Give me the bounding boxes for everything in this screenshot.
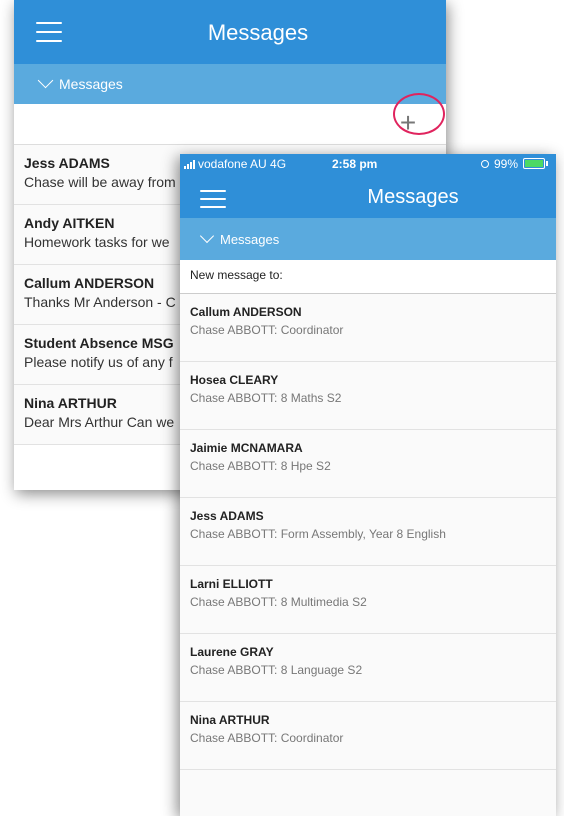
section-label: Messages (59, 76, 123, 92)
messages-section-toggle[interactable]: Messages (180, 218, 556, 260)
recipient-item[interactable]: Callum ANDERSON Chase ABBOTT: Coordinato… (180, 294, 556, 362)
recipient-detail: Chase ABBOTT: 8 Hpe S2 (190, 459, 331, 473)
recipient-list: Callum ANDERSON Chase ABBOTT: Coordinato… (180, 294, 556, 816)
battery-icon (523, 158, 545, 169)
new-message-header: vodafone AU 4G 2:58 pm 99% Messages (180, 154, 556, 218)
chevron-down-icon (199, 228, 215, 243)
list-empty-space (180, 770, 556, 816)
chevron-down-icon (37, 72, 54, 88)
recipient-name: Jaimie MCNAMARA (190, 441, 303, 455)
status-time: 2:58 pm (332, 157, 378, 171)
recipient-name: Hosea CLEARY (190, 373, 279, 387)
carrier-label: vodafone AU 4G (198, 157, 287, 171)
new-message-to-label: New message to: (180, 260, 556, 294)
recipient-detail: Chase ABBOTT: 8 Maths S2 (190, 391, 342, 405)
recipient-detail: Chase ABBOTT: Coordinator (190, 731, 344, 745)
recipient-item[interactable]: Hosea CLEARY Chase ABBOTT: 8 Maths S2 (180, 362, 556, 430)
recipient-name: Nina ARTHUR (190, 713, 270, 727)
alarm-icon (481, 160, 489, 168)
recipient-item[interactable]: Laurene GRAY Chase ABBOTT: 8 Language S2 (180, 634, 556, 702)
new-message-screen: vodafone AU 4G 2:58 pm 99% Messages Mess… (180, 154, 556, 816)
inbox-header: Messages (14, 0, 446, 64)
recipient-detail: Chase ABBOTT: 8 Language S2 (190, 663, 363, 677)
recipient-name: Callum ANDERSON (190, 305, 302, 319)
recipient-item[interactable]: Larni ELLIOTT Chase ABBOTT: 8 Multimedia… (180, 566, 556, 634)
recipient-name: Larni ELLIOTT (190, 577, 273, 591)
page-title: Messages (207, 20, 309, 45)
section-label: Messages (220, 231, 280, 247)
recipient-name: Jess ADAMS (190, 509, 264, 523)
recipient-item[interactable]: Jaimie MCNAMARA Chase ABBOTT: 8 Hpe S2 (180, 430, 556, 498)
battery-tip-icon (546, 161, 548, 166)
recipient-detail: Chase ABBOTT: Coordinator (190, 323, 344, 337)
recipient-item[interactable]: Jess ADAMS Chase ABBOTT: Form Assembly, … (180, 498, 556, 566)
signal-icon (184, 159, 195, 169)
recipient-name: Laurene GRAY (190, 645, 274, 659)
page-title: Messages (367, 186, 459, 208)
recipient-detail: Chase ABBOTT: 8 Multimedia S2 (190, 595, 367, 609)
status-bar: vodafone AU 4G 2:58 pm 99% (180, 157, 556, 173)
recipient-detail: Chase ABBOTT: Form Assembly, Year 8 Engl… (190, 527, 446, 541)
highlight-circle (393, 93, 445, 135)
battery-percent: 99% (494, 157, 519, 171)
messages-section-toggle[interactable]: Messages (14, 64, 446, 104)
recipient-item[interactable]: Nina ARTHUR Chase ABBOTT: Coordinator (180, 702, 556, 770)
inbox-toolbar: + (14, 104, 446, 145)
